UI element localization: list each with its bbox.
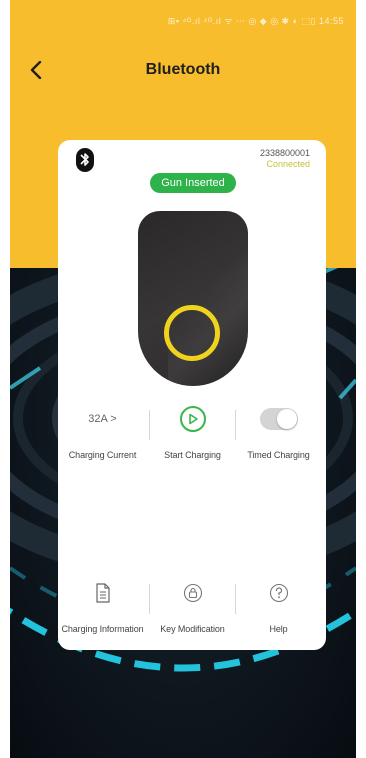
help-label: Help xyxy=(269,624,288,634)
page-title: Bluetooth xyxy=(145,61,221,78)
gun-status-badge: Gun Inserted xyxy=(150,173,236,193)
timed-charging-control: Timed Charging xyxy=(234,402,323,468)
start-charging-button[interactable]: Start Charging xyxy=(148,402,237,468)
document-icon xyxy=(92,582,114,604)
charging-current-value: 32A > xyxy=(88,413,117,425)
nav-bar: Bluetooth xyxy=(10,52,356,88)
connection-status: Connected xyxy=(266,159,310,169)
charging-current-label: Charging Current xyxy=(68,450,137,460)
device-card: 2338800001 Connected Gun Inserted 32A > … xyxy=(58,140,326,650)
screen-edge-left xyxy=(0,0,10,758)
device-id: 2338800001 xyxy=(259,148,310,158)
charging-information-label: Charging Information xyxy=(61,624,144,634)
app-screen: ⊞▪ ⁴ᴳ.ıl ⁴ᴳ.ıl ᯤ ⋯ ◎ ◆ ◎ ✱ ◐ ⬚▯ 14:55 Bl… xyxy=(0,0,366,758)
key-modification-button[interactable]: Key Modification xyxy=(148,576,237,642)
status-bar: ⊞▪ ⁴ᴳ.ıl ⁴ᴳ.ıl ᯤ ⋯ ◎ ◆ ◎ ✱ ◐ ⬚▯ 14:55 xyxy=(10,0,356,40)
bluetooth-icon xyxy=(76,148,94,172)
back-button[interactable] xyxy=(24,58,48,82)
back-arrow-icon xyxy=(30,61,42,79)
help-button[interactable]: Help xyxy=(234,576,323,642)
timed-charging-label: Timed Charging xyxy=(247,450,310,460)
charger-shine xyxy=(168,211,248,386)
charging-information-button[interactable]: Charging Information xyxy=(58,576,147,642)
start-charging-label: Start Charging xyxy=(164,450,221,460)
play-icon xyxy=(179,406,206,432)
controls-row: 32A > Charging Current Start Charging Ti… xyxy=(58,402,326,468)
charger-graphic xyxy=(138,211,248,386)
lock-icon xyxy=(182,582,204,604)
bottom-actions-row: Charging Information Key Modification He… xyxy=(58,576,326,642)
screen-edge-right xyxy=(356,0,366,758)
toggle-knob xyxy=(276,409,297,429)
status-bar-text: ⊞▪ ⁴ᴳ.ıl ⁴ᴳ.ıl ᯤ ⋯ ◎ ◆ ◎ ✱ ◐ ⬚▯ 14:55 xyxy=(167,15,344,26)
key-modification-label: Key Modification xyxy=(160,624,225,634)
timed-charging-toggle[interactable] xyxy=(259,408,298,430)
charger-ring-icon xyxy=(164,305,220,361)
help-icon xyxy=(268,582,290,604)
charging-current-control[interactable]: 32A > Charging Current xyxy=(58,402,147,468)
